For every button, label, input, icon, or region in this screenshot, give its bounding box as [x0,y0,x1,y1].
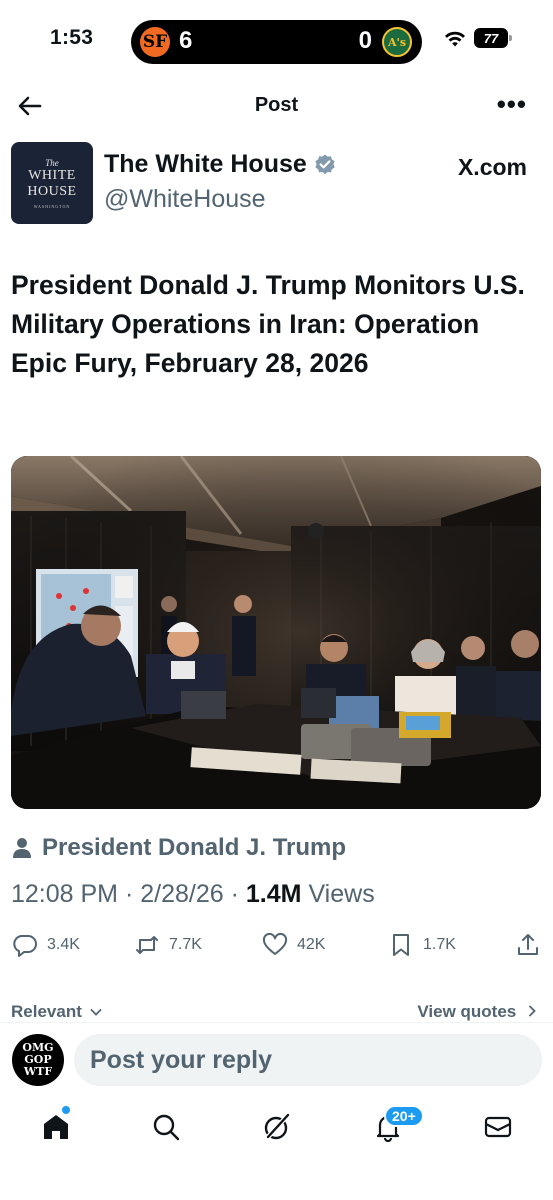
reply-input[interactable]: Post your reply [74,1034,542,1086]
post-time: 12:08 PM [11,880,119,908]
view-quotes-link[interactable]: View quotes [417,1002,537,1022]
view-quotes-label: View quotes [417,1002,517,1021]
battery-level: 77 [483,30,499,46]
status-time: 1:53 [50,26,94,49]
tab-grok[interactable] [262,1112,292,1142]
reply-count: 3.4K [47,936,80,953]
post-date: 2/28/26 [140,880,224,908]
notifications-badge: 20+ [384,1105,424,1127]
bottom-tab-bar: 20+ [0,1100,553,1160]
source-label: X.com [457,154,527,180]
author-handle[interactable]: @WhiteHouse [104,185,266,214]
repost-button[interactable]: 7.7K [134,932,202,958]
reply-icon [13,935,37,957]
grok-icon [264,1113,290,1140]
meta-separator: · [230,880,246,908]
tagged-person[interactable]: President Donald J. Trump [12,834,346,862]
home-new-indicator [62,1106,70,1114]
white-house-avatar[interactable]: The WHITE HOUSE WASHINGTON [11,142,93,224]
post-meta: 12:08 PM · 2/28/26 · 1.4M Views [11,880,375,909]
tab-home[interactable] [41,1112,71,1142]
away-score: 0 [358,27,372,54]
situation-room-photo [11,456,541,809]
home-score: 6 [179,27,193,54]
battery-icon: 77 [474,28,512,48]
post-headline: President Donald J. Trump Monitors U.S. … [11,270,525,378]
home-indicator [0,1180,553,1200]
sort-dropdown[interactable]: Relevant [11,1002,102,1022]
bookmark-count: 1.7K [423,936,456,953]
live-activity-score[interactable]: SF 6 0 A's [131,20,422,64]
page-title: Post [254,94,299,116]
home-icon [44,1115,68,1139]
athletics-logo: A's [382,27,412,57]
logo-text-the: The [45,158,59,168]
giants-logo: SF [140,27,170,57]
logo-text-washington: WASHINGTON [33,204,71,209]
more-horizontal-icon[interactable]: ••• [497,90,527,118]
like-count: 42K [297,936,326,953]
tab-messages[interactable] [483,1112,513,1142]
post-author: The WHITE HOUSE WASHINGTON The White Hou… [11,142,543,224]
person-icon [13,838,31,858]
post-header: Post ••• [0,82,553,130]
bookmark-button[interactable]: 1.7K [388,932,456,958]
mail-icon [484,1116,512,1138]
heart-icon [262,932,288,955]
wifi-icon [445,31,465,47]
avatar-text-3: WTF [23,1065,53,1078]
like-button[interactable]: 42K [262,932,325,958]
logo-text-house: HOUSE [27,184,77,199]
logo-text-white: WHITE [28,168,76,183]
bookmark-icon [393,934,409,956]
views-label: Views [308,880,375,908]
chevron-down-icon [90,1009,102,1016]
status-bar: 1:53 SF 6 0 A's 77 [0,0,553,82]
tagged-person-name: President Donald J. Trump [42,834,347,861]
meta-separator: · [124,880,141,908]
reply-button[interactable]: 3.4K [12,932,80,958]
post-photo[interactable] [11,456,541,809]
divider [0,1022,553,1023]
search-icon [153,1114,180,1141]
share-icon [518,934,538,955]
chevron-right-icon [529,1005,536,1017]
verified-badge-icon [315,154,335,174]
user-avatar[interactable]: OMG GOP WTF [12,1034,64,1086]
repost-count: 7.7K [169,936,202,953]
views-count: 1.4M [245,880,302,908]
author-name[interactable]: The White House [104,150,337,179]
repost-icon [136,936,158,954]
sort-label: Relevant [11,1002,82,1021]
share-button[interactable] [515,932,550,958]
author-name-text: The White House [104,150,307,178]
post-actions: 3.4K 7.7K 42K 1.7K [0,932,553,966]
tab-search[interactable] [151,1112,181,1142]
